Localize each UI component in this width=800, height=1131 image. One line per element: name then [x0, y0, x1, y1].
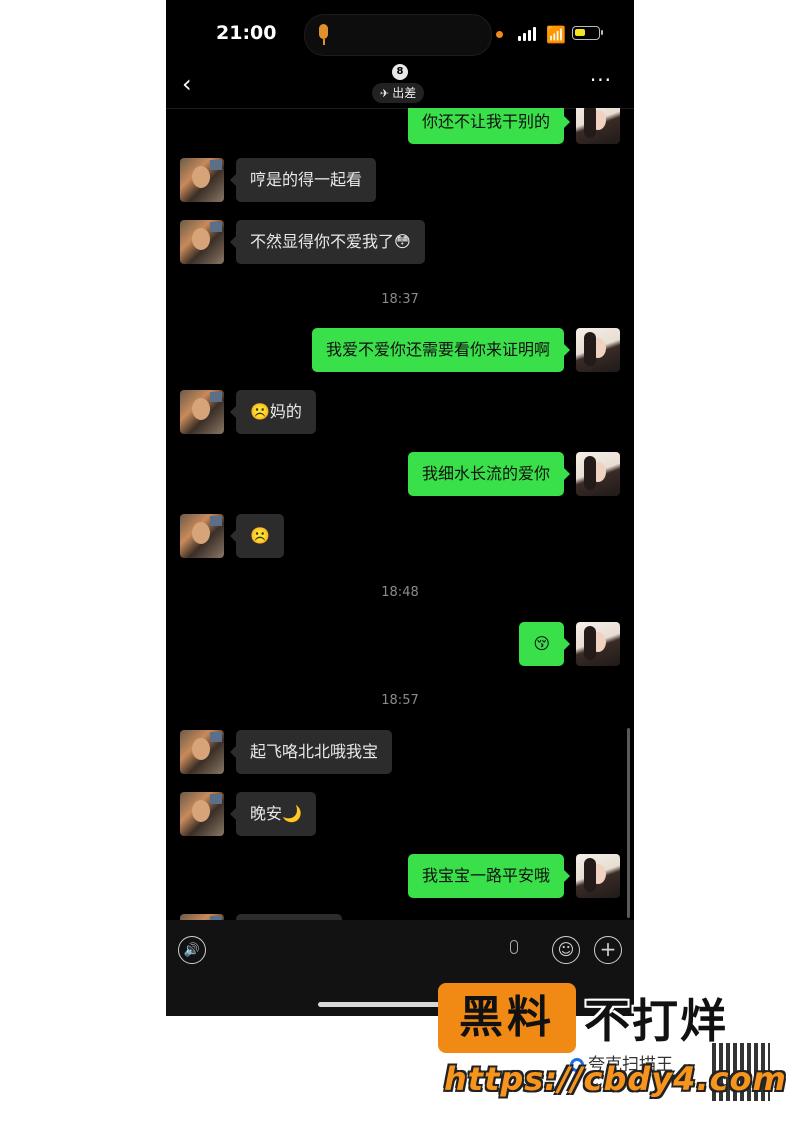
emoji-button[interactable]: ☺: [552, 936, 580, 964]
message-timestamp: 18:37: [381, 292, 419, 307]
self-avatar[interactable]: [576, 328, 620, 372]
self-avatar[interactable]: [576, 854, 620, 898]
message-bubble-outgoing[interactable]: 我爱不爱你还需要看你来证明啊: [311, 328, 571, 372]
message-timestamp: 18:48: [381, 585, 419, 600]
message-bubble-outgoing[interactable]: 😚: [519, 622, 570, 666]
chat-title-tag[interactable]: ✈ 出差: [372, 83, 425, 103]
more-options-button[interactable]: ···: [590, 68, 612, 92]
cellular-signal-icon: [518, 27, 540, 41]
watermark-slogan: 不打烊: [584, 994, 728, 1048]
contact-avatar[interactable]: [180, 220, 224, 264]
message-bubble-outgoing[interactable]: 你还不让我干别的: [407, 108, 571, 144]
dynamic-island: [304, 14, 492, 56]
message-bubble-incoming[interactable]: 晚安🌙: [230, 792, 316, 836]
status-time: 21:00: [216, 22, 277, 44]
recording-dot-icon: [496, 31, 503, 38]
back-button[interactable]: ‹: [182, 70, 192, 98]
message-timestamp: 18:57: [381, 693, 419, 708]
message-bubble-outgoing[interactable]: 我宝宝一路平安哦: [407, 854, 571, 898]
phone-screen: 21:00 📶 ‹ 8 ✈ 出差 ··· 你还不让我干别的 哼是的得一起看 不然显…: [166, 0, 634, 1016]
self-avatar[interactable]: [576, 108, 620, 144]
message-list[interactable]: 你还不让我干别的 哼是的得一起看 不然显得你不爱我了😳 18:37 我爱不爱你还…: [166, 108, 634, 920]
voice-input-button[interactable]: 🔊: [178, 936, 206, 964]
contact-avatar[interactable]: [180, 514, 224, 558]
message-bubble-outgoing[interactable]: 我细水长流的爱你: [407, 452, 571, 496]
watermark-brand: 黑料: [438, 983, 576, 1053]
airplane-icon: ✈: [380, 87, 390, 100]
microphone-icon: [319, 24, 328, 45]
contact-avatar[interactable]: [180, 792, 224, 836]
message-bubble-incoming[interactable]: 起飞咯北北哦我宝: [229, 730, 393, 774]
watermark-url: https://cbdy4.com: [444, 1060, 787, 1098]
microphone-icon[interactable]: [510, 940, 518, 954]
contact-badge-icon: 8: [392, 64, 408, 80]
self-avatar[interactable]: [576, 622, 620, 666]
contact-avatar[interactable]: [180, 158, 224, 202]
message-bubble-incoming[interactable]: 不然显得你不爱我了😳: [230, 220, 425, 264]
battery-icon: [572, 26, 603, 40]
self-avatar[interactable]: [576, 452, 620, 496]
contact-avatar[interactable]: [180, 390, 224, 434]
message-bubble-incoming[interactable]: ☹️妈的: [230, 390, 316, 434]
scrollbar[interactable]: [627, 728, 630, 918]
status-bar: 21:00 📶: [166, 0, 634, 60]
message-bubble-incoming[interactable]: 哼是的得一起看: [229, 158, 377, 202]
chat-header: ‹ 8 ✈ 出差 ···: [166, 60, 634, 109]
contact-avatar[interactable]: [180, 730, 224, 774]
chat-title: 出差: [392, 86, 417, 100]
add-attachment-button[interactable]: +: [594, 936, 622, 964]
message-bubble-incoming[interactable]: ☹️: [230, 514, 284, 558]
wifi-icon: 📶: [546, 25, 566, 44]
